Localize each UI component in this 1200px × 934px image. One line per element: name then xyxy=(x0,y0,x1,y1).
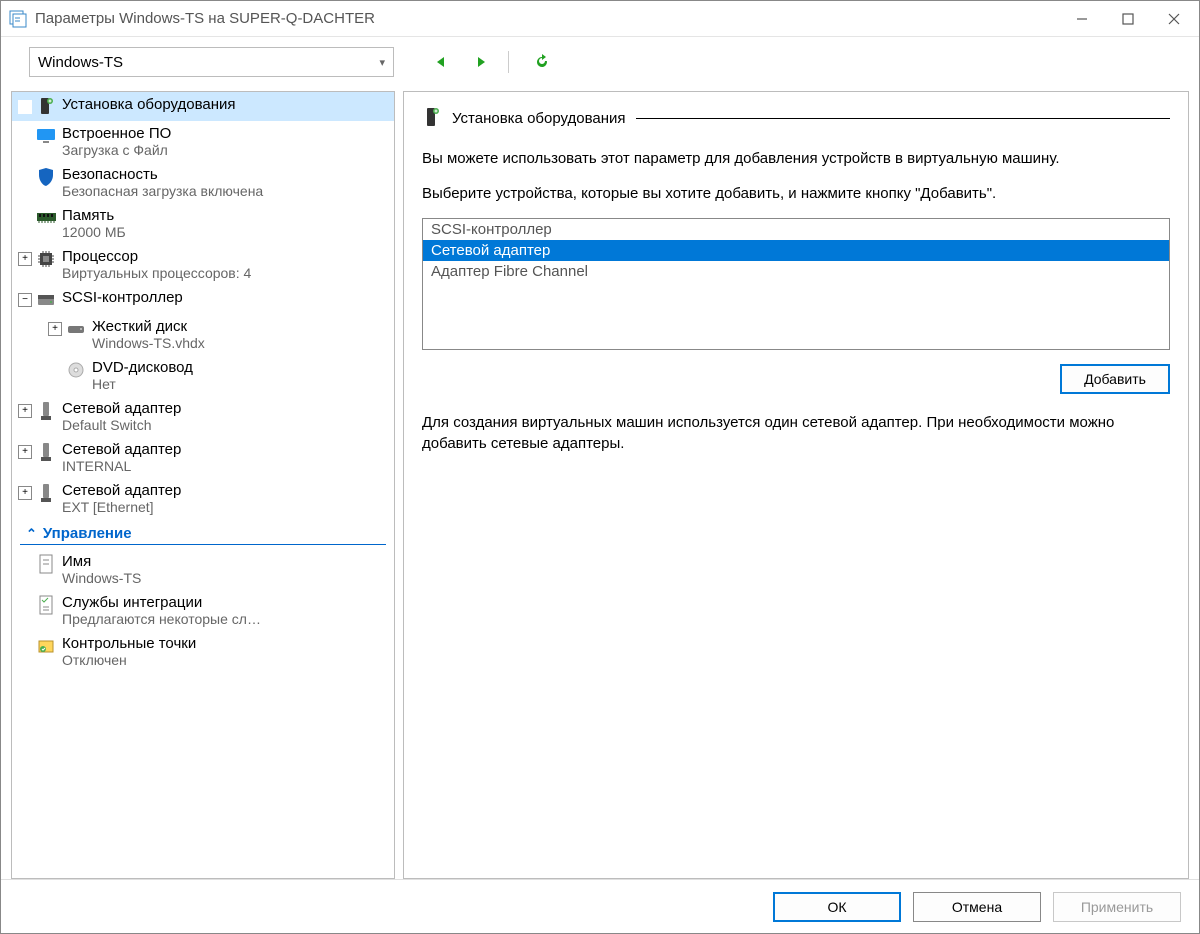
tree-item-sub: Нет xyxy=(92,376,193,392)
tree-item-label: SCSI-контроллер xyxy=(62,289,183,306)
tree-item[interactable]: ИмяWindows-TS xyxy=(12,549,394,590)
tree-item-sub: Windows-TS.vhdx xyxy=(92,335,205,351)
tree-item-sub: Отключен xyxy=(62,652,196,668)
monitor-icon xyxy=(36,126,56,146)
tree-item-sub: 12000 МБ xyxy=(62,224,126,240)
content-description-1: Вы можете использовать этот параметр для… xyxy=(422,148,1170,169)
tree-item-label: Сетевой адаптер xyxy=(62,482,181,499)
tree-item-label: DVD-дисковод xyxy=(92,359,193,376)
tree-item[interactable]: Службы интеграцииПредлагаются некоторые … xyxy=(12,590,394,631)
tree-item-sub: EXT [Ethernet] xyxy=(62,499,181,515)
nav-back-button[interactable] xyxy=(428,49,454,75)
window-title: Параметры Windows-TS на SUPER-Q-DACHTER xyxy=(35,10,1059,27)
shield-icon xyxy=(36,167,56,187)
content-description-3: Для создания виртуальных машин используе… xyxy=(422,412,1170,454)
nav-forward-button[interactable] xyxy=(468,49,494,75)
tree-item[interactable]: Установка оборудования xyxy=(12,92,394,121)
body: Установка оборудования Встроенное ПОЗагру… xyxy=(1,81,1199,879)
tree-item-label: Безопасность xyxy=(62,166,263,183)
tree-item[interactable]: Встроенное ПОЗагрузка с Файл xyxy=(12,121,394,162)
tree-item[interactable]: + Сетевой адаптерINTERNAL xyxy=(12,437,394,478)
tree-item-sub: Загрузка с Файл xyxy=(62,142,171,158)
settings-window: Параметры Windows-TS на SUPER-Q-DACHTER … xyxy=(0,0,1200,934)
apply-button[interactable]: Применить xyxy=(1053,892,1181,922)
device-list[interactable]: SCSI-контроллерСетевой адаптерАдаптер Fi… xyxy=(422,218,1170,350)
tree-item[interactable]: Память12000 МБ xyxy=(12,203,394,244)
nic-icon xyxy=(36,483,56,503)
hdd-icon xyxy=(66,319,86,339)
maximize-button[interactable] xyxy=(1105,3,1151,35)
cpu-icon xyxy=(36,249,56,269)
services-icon xyxy=(36,595,56,615)
scsi-icon xyxy=(36,290,56,310)
minimize-button[interactable] xyxy=(1059,3,1105,35)
footer: ОК Отмена Применить xyxy=(1,879,1199,933)
content-description-2: Выберите устройства, которые вы хотите д… xyxy=(422,183,1170,204)
hardware-icon xyxy=(422,106,442,130)
checkpoint-icon xyxy=(36,636,56,656)
expander-icon[interactable]: + xyxy=(18,404,32,418)
expander-icon[interactable]: + xyxy=(48,322,62,336)
dvd-icon xyxy=(66,360,86,380)
collapse-icon: ⌃ xyxy=(26,526,37,542)
sidebar: Установка оборудования Встроенное ПОЗагру… xyxy=(11,91,395,879)
content-panel: Установка оборудования Вы можете использ… xyxy=(403,91,1189,879)
expander-icon[interactable]: + xyxy=(18,445,32,459)
tree-item-label: Службы интеграции xyxy=(62,594,261,611)
tree-item-sub: Default Switch xyxy=(62,417,181,433)
tree-item-label: Сетевой адаптер xyxy=(62,441,181,458)
refresh-button[interactable] xyxy=(529,49,555,75)
tree-item[interactable]: + ПроцессорВиртуальных процессоров: 4 xyxy=(12,244,394,285)
device-option[interactable]: Сетевой адаптер xyxy=(423,240,1169,261)
divider xyxy=(636,118,1170,119)
name-icon xyxy=(36,554,56,574)
tree-item-label: Сетевой адаптер xyxy=(62,400,181,417)
nic-icon xyxy=(36,442,56,462)
device-option[interactable]: Адаптер Fibre Channel xyxy=(423,261,1169,282)
add-button[interactable]: Добавить xyxy=(1060,364,1170,394)
tree-item[interactable]: + Сетевой адаптерEXT [Ethernet] xyxy=(12,478,394,519)
tree-item[interactable]: DVD-дисководНет xyxy=(12,355,394,396)
vm-name: Windows-TS xyxy=(38,54,123,71)
tree-item-label: Процессор xyxy=(62,248,251,265)
management-header[interactable]: ⌃ Управление xyxy=(20,519,386,545)
tree-item[interactable]: Контрольные точкиОтключен xyxy=(12,631,394,672)
tree-item-sub: Предлагаются некоторые сл… xyxy=(62,611,261,627)
chevron-down-icon: ▾ xyxy=(379,56,385,69)
tree-item-sub: Безопасная загрузка включена xyxy=(62,183,263,199)
tree-item[interactable]: + Жесткий дискWindows-TS.vhdx xyxy=(12,314,394,355)
content-title: Установка оборудования xyxy=(452,110,626,127)
expander-icon[interactable]: + xyxy=(18,486,32,500)
ram-icon xyxy=(36,208,56,228)
tree-item-sub: INTERNAL xyxy=(62,458,181,474)
tree-item-sub: Виртуальных процессоров: 4 xyxy=(62,265,251,281)
tree-item[interactable]: + Сетевой адаптерDefault Switch xyxy=(12,396,394,437)
app-icon xyxy=(9,10,27,28)
tree-item-sub: Windows-TS xyxy=(62,570,141,586)
tree-item[interactable]: БезопасностьБезопасная загрузка включена xyxy=(12,162,394,203)
tree-item[interactable]: − SCSI-контроллер xyxy=(12,285,394,314)
close-button[interactable] xyxy=(1151,3,1197,35)
tree-item-label: Имя xyxy=(62,553,141,570)
device-option[interactable]: SCSI-контроллер xyxy=(423,219,1169,240)
expander-icon[interactable]: + xyxy=(18,252,32,266)
nic-icon xyxy=(36,401,56,421)
tree-item-label: Память xyxy=(62,207,126,224)
toolbar: Windows-TS ▾ xyxy=(1,37,1199,81)
tree-item-label: Жесткий диск xyxy=(92,318,205,335)
cancel-button[interactable]: Отмена xyxy=(913,892,1041,922)
tree-item-label: Встроенное ПО xyxy=(62,125,171,142)
hardware-icon xyxy=(36,97,56,117)
content-header: Установка оборудования xyxy=(422,106,1170,130)
titlebar: Параметры Windows-TS на SUPER-Q-DACHTER xyxy=(1,1,1199,37)
vm-selector[interactable]: Windows-TS ▾ xyxy=(29,47,394,77)
tree-item-label: Контрольные точки xyxy=(62,635,196,652)
separator xyxy=(508,51,509,73)
ok-button[interactable]: ОК xyxy=(773,892,901,922)
management-label: Управление xyxy=(43,525,132,542)
expander-icon[interactable]: − xyxy=(18,293,32,307)
tree-item-label: Установка оборудования xyxy=(62,96,236,113)
